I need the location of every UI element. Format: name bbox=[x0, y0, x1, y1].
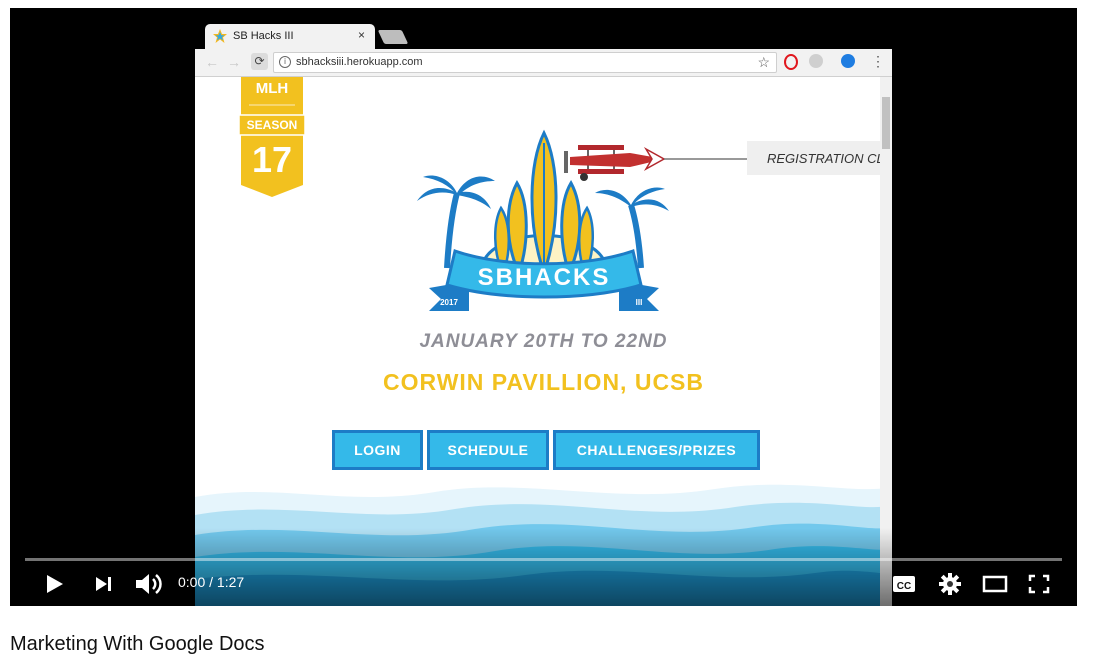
schedule-button[interactable]: SCHEDULE bbox=[427, 430, 549, 470]
blue-extension-icon[interactable] bbox=[841, 54, 855, 68]
svg-text:CC: CC bbox=[897, 581, 911, 592]
mlh-season-label: SEASON bbox=[247, 118, 298, 132]
fullscreen-icon[interactable] bbox=[1028, 574, 1050, 594]
theater-icon[interactable] bbox=[982, 575, 1008, 593]
video-player[interactable]: SB Hacks III × ← → ⟳ i sbhacksiii.heroku… bbox=[10, 8, 1077, 606]
menu-icon[interactable]: ⋮ bbox=[871, 53, 885, 70]
cc-icon[interactable]: CC bbox=[892, 574, 916, 594]
play-icon[interactable] bbox=[44, 573, 64, 595]
sbhacks-logo: SBHACKS 2017 III bbox=[417, 129, 669, 311]
page-scrollbar[interactable] bbox=[880, 77, 892, 606]
tab-title: SB Hacks III bbox=[233, 30, 294, 42]
back-icon[interactable]: ← bbox=[205, 54, 219, 70]
bookmark-star-icon[interactable]: ☆ bbox=[757, 54, 770, 71]
event-date: JANUARY 20TH TO 22ND bbox=[419, 331, 668, 352]
tab-close-icon[interactable]: × bbox=[358, 28, 365, 42]
challenges-prizes-button[interactable]: CHALLENGES/PRIZES bbox=[553, 430, 760, 470]
scroll-thumb[interactable] bbox=[882, 97, 890, 149]
time-display: 0:00 / 1:27 bbox=[178, 574, 245, 590]
volume-icon[interactable] bbox=[134, 571, 164, 597]
address-bar[interactable]: i sbhacksiii.herokuapp.com ☆ bbox=[273, 52, 777, 73]
info-icon[interactable]: i bbox=[279, 56, 291, 68]
extension-icon[interactable] bbox=[809, 54, 823, 68]
reload-icon[interactable]: ⟳ bbox=[251, 53, 268, 70]
browser-toolbar: ← → ⟳ i sbhacksiii.herokuapp.com ☆ ⋮ bbox=[195, 49, 892, 77]
mlh-season-badge[interactable]: MLH SEASON 17 bbox=[239, 77, 305, 197]
mlh-season-number: 17 bbox=[252, 139, 292, 180]
player-controls bbox=[10, 528, 1077, 606]
opera-extension-icon[interactable] bbox=[784, 54, 798, 70]
next-icon[interactable] bbox=[94, 575, 114, 593]
registration-banner: REGISTRATION CL bbox=[747, 141, 884, 175]
url-text: sbhacksiii.herokuapp.com bbox=[296, 56, 423, 68]
forward-icon[interactable]: → bbox=[227, 54, 241, 70]
progress-bar[interactable] bbox=[25, 558, 1062, 561]
browser-window: SB Hacks III × ← → ⟳ i sbhacksiii.heroku… bbox=[195, 22, 892, 606]
browser-tab[interactable]: SB Hacks III × bbox=[205, 24, 375, 49]
tab-bar: SB Hacks III × bbox=[195, 22, 892, 49]
logo-wordmark: SBHACKS bbox=[478, 264, 611, 291]
settings-icon[interactable] bbox=[939, 573, 961, 595]
logo-numeral: III bbox=[636, 298, 643, 307]
video-title: Marketing With Google Docs bbox=[10, 633, 265, 655]
logo-year: 2017 bbox=[440, 298, 458, 307]
new-tab-button[interactable] bbox=[377, 30, 409, 44]
event-venue: CORWIN PAVILLION, UCSB bbox=[383, 369, 704, 395]
banner-text: REGISTRATION CL bbox=[767, 151, 884, 166]
login-button[interactable]: LOGIN bbox=[332, 430, 423, 470]
star-favicon-icon bbox=[213, 29, 227, 43]
webpage: MLH SEASON 17 REGISTRATION CL SBHACKS 20… bbox=[195, 77, 892, 606]
mlh-label: MLH bbox=[256, 80, 289, 97]
